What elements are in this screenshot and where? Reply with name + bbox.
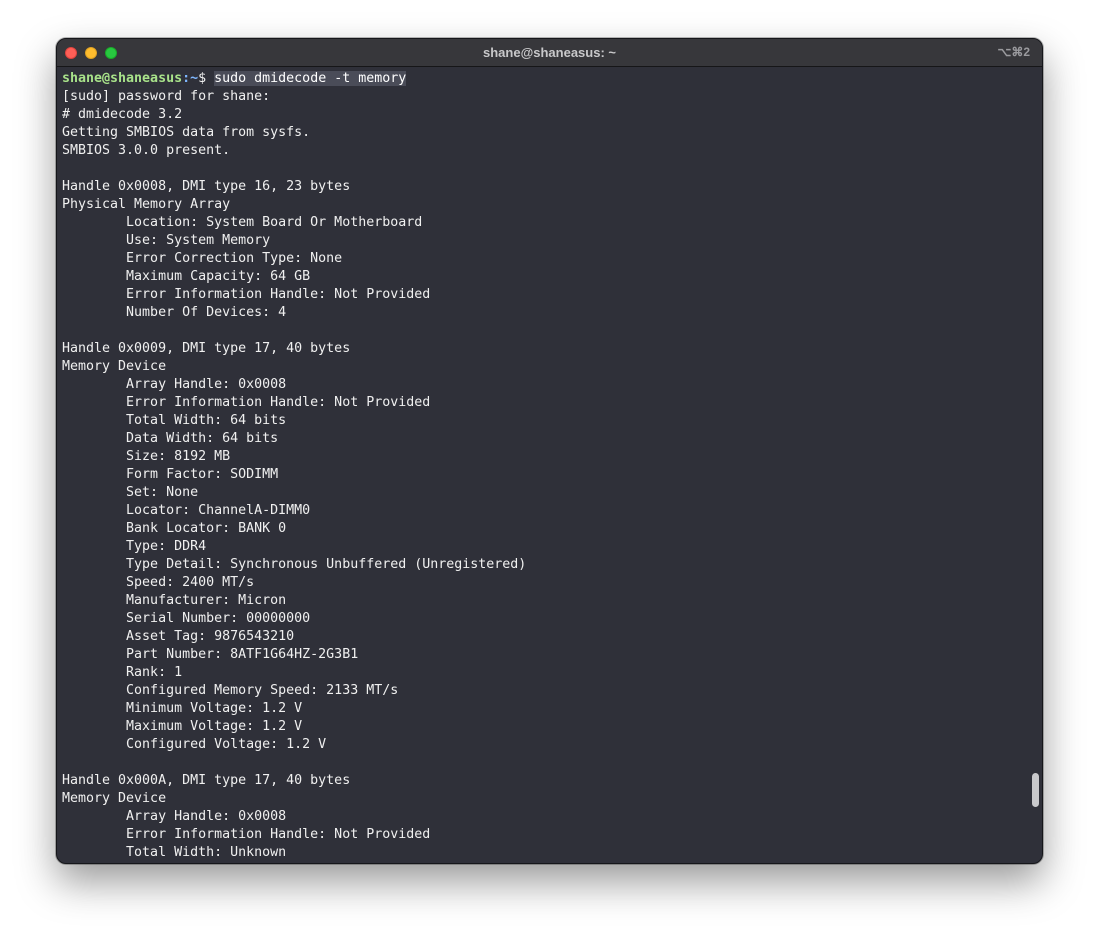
output-line: Location: System Board Or Motherboard [62,215,423,230]
output-line: SMBIOS 3.0.0 present. [62,143,231,158]
output-line: Set: None [62,485,199,500]
output-line: Minimum Voltage: 1.2 V [62,701,303,716]
output-line: Bank Locator: BANK 0 [62,521,287,536]
prompt-user-host: shane@shaneasus [62,71,183,86]
output-line: Form Factor: SODIMM [62,467,279,482]
title-bar: shane@shaneasus: ~ ⌥⌘2 [57,39,1042,67]
terminal-output[interactable]: shane@shaneasus:~$ sudo dmidecode -t mem… [57,67,1042,863]
output-line: Total Width: Unknown [62,845,287,860]
output-line: Total Width: 64 bits [62,413,287,428]
output-line: Type: DDR4 [62,539,207,554]
output-line: Size: 8192 MB [62,449,231,464]
output-line: Locator: ChannelA-DIMM0 [62,503,311,518]
output-line: Getting SMBIOS data from sysfs. [62,125,311,140]
output-line: Data Width: 64 bits [62,431,279,446]
output-line: Manufacturer: Micron [62,593,287,608]
output-line: Part Number: 8ATF1G64HZ-2G3B1 [62,647,359,662]
output-line: Error Information Handle: Not Provided [62,827,431,842]
output-line: Handle 0x0008, DMI type 16, 23 bytes [62,179,351,194]
output-line: Memory Device [62,359,167,374]
output-line: Memory Device [62,791,167,806]
output-line: Asset Tag: 9876543210 [62,629,295,644]
output-line: Serial Number: 00000000 [62,611,311,626]
output-line: Speed: 2400 MT/s [62,575,255,590]
prompt-line: shane@shaneasus:~$ sudo dmidecode -t mem… [62,70,1042,88]
output-line: Configured Memory Speed: 2133 MT/s [62,683,399,698]
output-line: Type Detail: Synchronous Unbuffered (Unr… [62,557,527,572]
output-line: Error Information Handle: Not Provided [62,395,431,410]
prompt-path: :~ [182,71,199,86]
output-line: Maximum Voltage: 1.2 V [62,719,303,734]
output-line: Error Information Handle: Not Provided [62,287,431,302]
output-line: Array Handle: 0x0008 [62,809,287,824]
prompt-symbol: $ [198,71,215,86]
output-line: Number Of Devices: 4 [62,305,287,320]
terminal-window: shane@shaneasus: ~ ⌥⌘2 shane@shaneasus:~… [56,38,1043,864]
output-line: # dmidecode 3.2 [62,107,183,122]
output-line: Configured Voltage: 1.2 V [62,737,327,752]
output-line: Physical Memory Array [62,197,231,212]
output-line: Rank: 1 [62,665,183,680]
output-line: Use: System Memory [62,233,271,248]
output-line: [sudo] password for shane: [62,89,271,104]
output-line: Error Correction Type: None [62,251,343,266]
output-line: Maximum Capacity: 64 GB [62,269,311,284]
output-line: Array Handle: 0x0008 [62,377,287,392]
command-text: sudo dmidecode -t memory [214,71,407,86]
output-line: Handle 0x000A, DMI type 17, 40 bytes [62,773,351,788]
output-line: Handle 0x0009, DMI type 17, 40 bytes [62,341,351,356]
tab-shortcut: ⌥⌘2 [997,45,1030,59]
scrollbar-thumb[interactable] [1032,773,1039,807]
window-title: shane@shaneasus: ~ [483,45,616,60]
